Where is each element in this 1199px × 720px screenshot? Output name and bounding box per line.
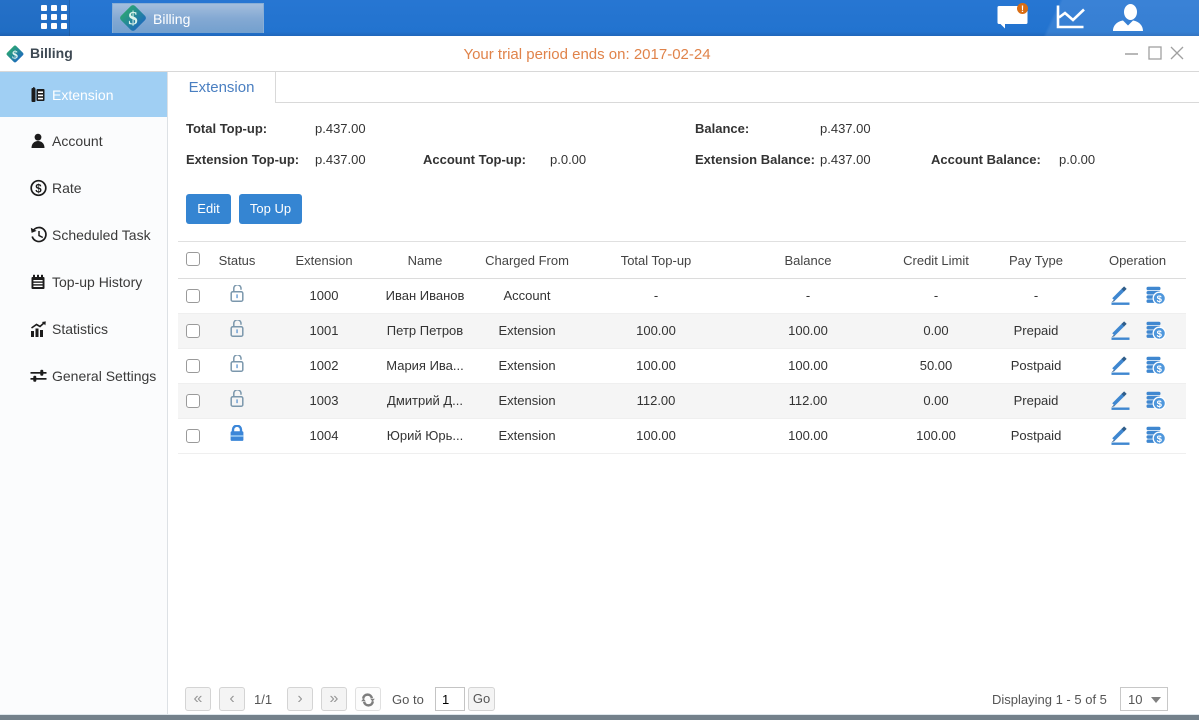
svg-text:$: $ — [1156, 434, 1162, 445]
svg-text:$: $ — [1156, 364, 1162, 375]
svg-text:$: $ — [12, 48, 18, 62]
svg-text:$: $ — [1156, 399, 1162, 410]
svg-text:$: $ — [35, 183, 42, 195]
svg-text:$: $ — [1156, 329, 1162, 340]
svg-text:!: ! — [1021, 4, 1024, 14]
svg-text:$: $ — [1156, 294, 1162, 305]
svg-text:$: $ — [128, 9, 138, 30]
